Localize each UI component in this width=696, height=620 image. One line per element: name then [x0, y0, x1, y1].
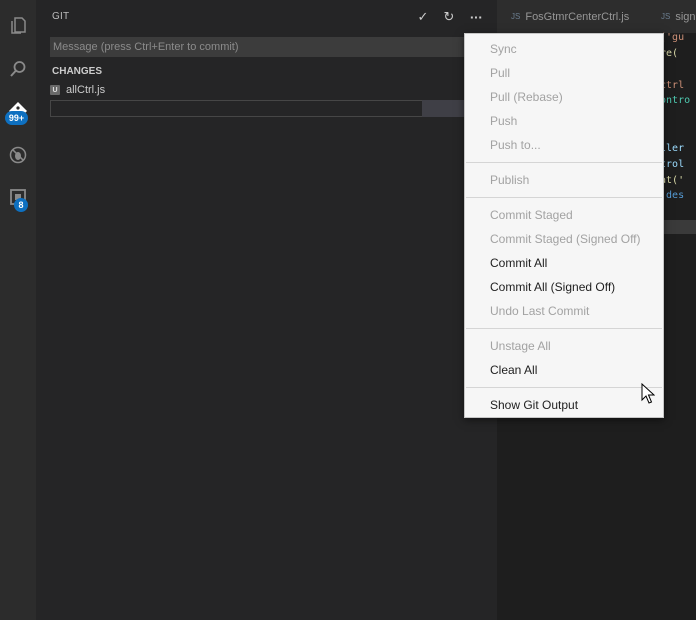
tab-fosgtmrcenterctrl[interactable]: JS FosGtmrCenterCtrl.js [511, 0, 629, 33]
activity-debug[interactable] [0, 139, 36, 171]
file-name: allCtrl.js [66, 84, 106, 96]
menu-item-pull[interactable]: Pull [490, 66, 510, 80]
tab-signa[interactable]: JS signa [661, 0, 696, 33]
search-icon [10, 61, 26, 77]
menu-item-push-to[interactable]: Push to... [490, 138, 541, 152]
tab-label: signa [675, 10, 696, 23]
files-icon [11, 17, 26, 34]
menu-item-commit-all[interactable]: Commit All [490, 256, 547, 270]
git-badge: 99+ [5, 111, 28, 125]
js-file-icon: JS [511, 12, 521, 21]
file-row[interactable]: U allCtrl.js [50, 82, 105, 98]
menu-item-commit-staged-signed-off[interactable]: Commit Staged (Signed Off) [490, 232, 641, 246]
git-sidebar: GIT ✓ ↻ ··· CHANGES U allCtrl.js [36, 0, 497, 620]
menu-item-clean-all[interactable]: Clean All [490, 363, 537, 377]
menu-item-push[interactable]: Push [490, 114, 517, 128]
menu-item-show-git-output[interactable]: Show Git Output [490, 398, 578, 412]
editor-tabs: JS FosGtmrCenterCtrl.js JS signa [497, 0, 696, 33]
current-line-highlight [661, 220, 696, 234]
commit-message-input[interactable] [50, 37, 484, 57]
commit-check-icon[interactable]: ✓ [413, 7, 433, 27]
menu-item-publish[interactable]: Publish [490, 173, 529, 187]
more-actions-icon[interactable]: ··· [466, 7, 486, 27]
menu-item-commit-all-signed-off[interactable]: Commit All (Signed Off) [490, 280, 615, 294]
activity-explorer[interactable] [0, 9, 36, 41]
menu-item-undo-last-commit[interactable]: Undo Last Commit [490, 304, 589, 318]
activity-bar: 99+ 8 [0, 0, 36, 620]
sidebar-title: GIT [52, 11, 70, 22]
menu-separator [466, 387, 662, 388]
menu-separator [466, 328, 662, 329]
menu-item-commit-staged[interactable]: Commit Staged [490, 208, 573, 222]
untracked-status-icon: U [50, 85, 60, 95]
menu-item-sync[interactable]: Sync [490, 42, 517, 56]
extensions-badge: 8 [14, 198, 28, 212]
tab-label: FosGtmrCenterCtrl.js [525, 10, 630, 23]
menu-separator [466, 162, 662, 163]
git-context-menu: Sync Pull Pull (Rebase) Push Push to... … [464, 33, 664, 418]
js-file-icon: JS [661, 12, 671, 21]
changes-header[interactable]: CHANGES [52, 66, 102, 77]
menu-separator [466, 197, 662, 198]
menu-item-pull-rebase[interactable]: Pull (Rebase) [490, 90, 563, 104]
activity-search[interactable] [0, 53, 36, 85]
mouse-pointer-icon [641, 383, 655, 404]
menu-item-unstage-all[interactable]: Unstage All [490, 339, 551, 353]
list-row-highlight [422, 100, 468, 117]
bug-icon [9, 146, 27, 164]
refresh-icon[interactable]: ↻ [439, 7, 459, 27]
